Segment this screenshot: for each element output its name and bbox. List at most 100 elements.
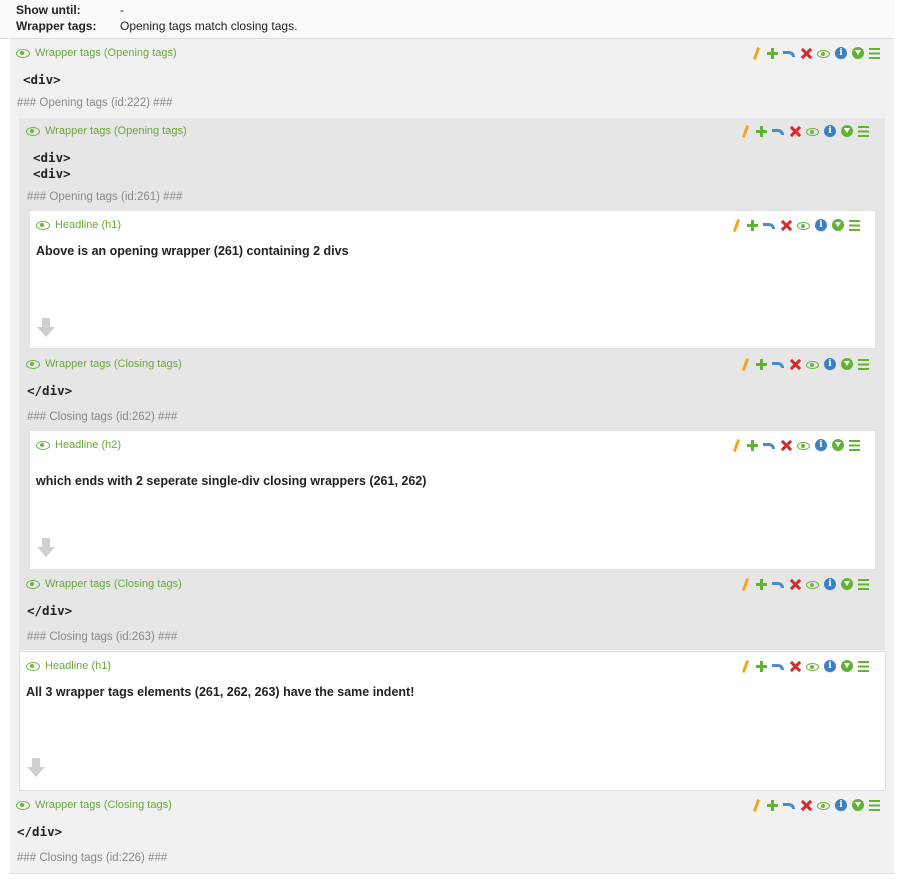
headline-text: All 3 wrapper tags elements (261, 262, 2…	[26, 685, 415, 699]
element-type-label[interactable]: Headline (h1)	[45, 660, 111, 672]
drag-icon[interactable]	[849, 219, 860, 231]
add-icon[interactable]	[747, 219, 758, 231]
add-icon[interactable]	[747, 439, 758, 451]
eye-icon[interactable]	[16, 48, 30, 58]
drag-icon[interactable]	[858, 358, 869, 370]
move-icon[interactable]	[772, 579, 785, 590]
info-icon[interactable]	[824, 357, 836, 371]
info-icon[interactable]	[815, 438, 827, 452]
element-header-262: Wrapper tags (Closing tags)	[26, 357, 182, 371]
drag-icon[interactable]	[858, 125, 869, 137]
add-icon[interactable]	[756, 578, 767, 590]
delete-icon[interactable]	[781, 220, 792, 231]
edit-icon[interactable]	[731, 440, 742, 451]
visibility-icon[interactable]	[806, 661, 819, 672]
eye-icon[interactable]	[36, 440, 50, 450]
info-icon[interactable]	[824, 659, 836, 673]
add-icon[interactable]	[767, 47, 778, 59]
wrapper-tag-text: </div>	[27, 603, 73, 618]
drag-icon[interactable]	[858, 578, 869, 590]
move-icon[interactable]	[772, 126, 785, 137]
move-icon[interactable]	[763, 220, 776, 231]
eye-icon[interactable]	[26, 661, 40, 671]
element-type-label[interactable]: Wrapper tags (Opening tags)	[45, 125, 187, 137]
edit-icon[interactable]	[751, 800, 762, 811]
move-icon[interactable]	[783, 800, 796, 811]
more-icon[interactable]	[841, 125, 853, 137]
delete-icon[interactable]	[790, 661, 801, 672]
element-type-label[interactable]: Wrapper tags (Closing tags)	[45, 358, 182, 370]
add-icon[interactable]	[756, 358, 767, 370]
edit-icon[interactable]	[751, 48, 762, 59]
info-icon[interactable]	[824, 577, 836, 591]
more-icon[interactable]	[841, 660, 853, 672]
wrapper-footer-261: ### Opening tags (id:261) ###	[27, 191, 183, 203]
element-type-label[interactable]: Wrapper tags (Opening tags)	[35, 47, 177, 59]
visibility-icon[interactable]	[817, 800, 830, 811]
element-type-label[interactable]: Headline (h1)	[55, 219, 121, 231]
delete-icon[interactable]	[790, 579, 801, 590]
element-toolbar-headline-h1-second	[740, 659, 874, 673]
move-icon[interactable]	[763, 440, 776, 451]
visibility-icon[interactable]	[817, 48, 830, 59]
element-toolbar-261	[740, 124, 874, 138]
wrapper-tags-value: Opening tags match closing tags.	[120, 19, 298, 33]
element-toolbar-222	[751, 46, 885, 60]
eye-icon[interactable]	[26, 126, 40, 136]
wrapper-footer-226: ### Closing tags (id:226) ###	[17, 852, 168, 864]
visibility-icon[interactable]	[797, 440, 810, 451]
eye-icon[interactable]	[36, 220, 50, 230]
visibility-icon[interactable]	[806, 126, 819, 137]
wrapper-footer-263: ### Closing tags (id:263) ###	[27, 631, 178, 643]
move-icon[interactable]	[772, 661, 785, 672]
edit-icon[interactable]	[740, 579, 751, 590]
move-icon[interactable]	[772, 359, 785, 370]
visibility-icon[interactable]	[797, 220, 810, 231]
info-icon[interactable]	[835, 798, 847, 812]
show-until-label: Show until:	[16, 3, 81, 17]
edit-icon[interactable]	[740, 126, 751, 137]
down-arrow-icon[interactable]	[27, 758, 45, 778]
headline-text: Above is an opening wrapper (261) contai…	[36, 244, 349, 258]
wrapper-tag-text: </div>	[17, 824, 63, 839]
delete-icon[interactable]	[781, 440, 792, 451]
more-icon[interactable]	[852, 47, 864, 59]
move-icon[interactable]	[783, 48, 796, 59]
more-icon[interactable]	[832, 439, 844, 451]
edit-icon[interactable]	[740, 359, 751, 370]
delete-icon[interactable]	[801, 800, 812, 811]
drag-icon[interactable]	[849, 439, 860, 451]
element-type-label[interactable]: Wrapper tags (Closing tags)	[35, 799, 172, 811]
wrapper-tag-text: <div>	[23, 72, 61, 87]
info-icon[interactable]	[835, 46, 847, 60]
element-type-label[interactable]: Headline (h2)	[55, 439, 121, 451]
more-icon[interactable]	[852, 799, 864, 811]
drag-icon[interactable]	[869, 799, 880, 811]
delete-icon[interactable]	[790, 126, 801, 137]
info-icon[interactable]	[815, 218, 827, 232]
add-icon[interactable]	[767, 799, 778, 811]
delete-icon[interactable]	[801, 48, 812, 59]
element-header-222: Wrapper tags (Opening tags)	[16, 46, 177, 60]
more-icon[interactable]	[832, 219, 844, 231]
element-type-label[interactable]: Wrapper tags (Closing tags)	[45, 578, 182, 590]
edit-icon[interactable]	[731, 220, 742, 231]
down-arrow-icon[interactable]	[37, 318, 55, 338]
eye-icon[interactable]	[16, 800, 30, 810]
more-icon[interactable]	[841, 578, 853, 590]
eye-icon[interactable]	[26, 579, 40, 589]
info-icon[interactable]	[824, 124, 836, 138]
add-icon[interactable]	[756, 660, 767, 672]
wrapper-tag-text: <div>	[33, 150, 71, 165]
eye-icon[interactable]	[26, 359, 40, 369]
drag-icon[interactable]	[858, 660, 869, 672]
visibility-icon[interactable]	[806, 579, 819, 590]
delete-icon[interactable]	[790, 359, 801, 370]
add-icon[interactable]	[756, 125, 767, 137]
drag-icon[interactable]	[869, 47, 880, 59]
more-icon[interactable]	[841, 358, 853, 370]
edit-icon[interactable]	[740, 661, 751, 672]
down-arrow-icon[interactable]	[37, 538, 55, 558]
element-header-headline-h2: Headline (h2)	[36, 438, 121, 452]
visibility-icon[interactable]	[806, 359, 819, 370]
